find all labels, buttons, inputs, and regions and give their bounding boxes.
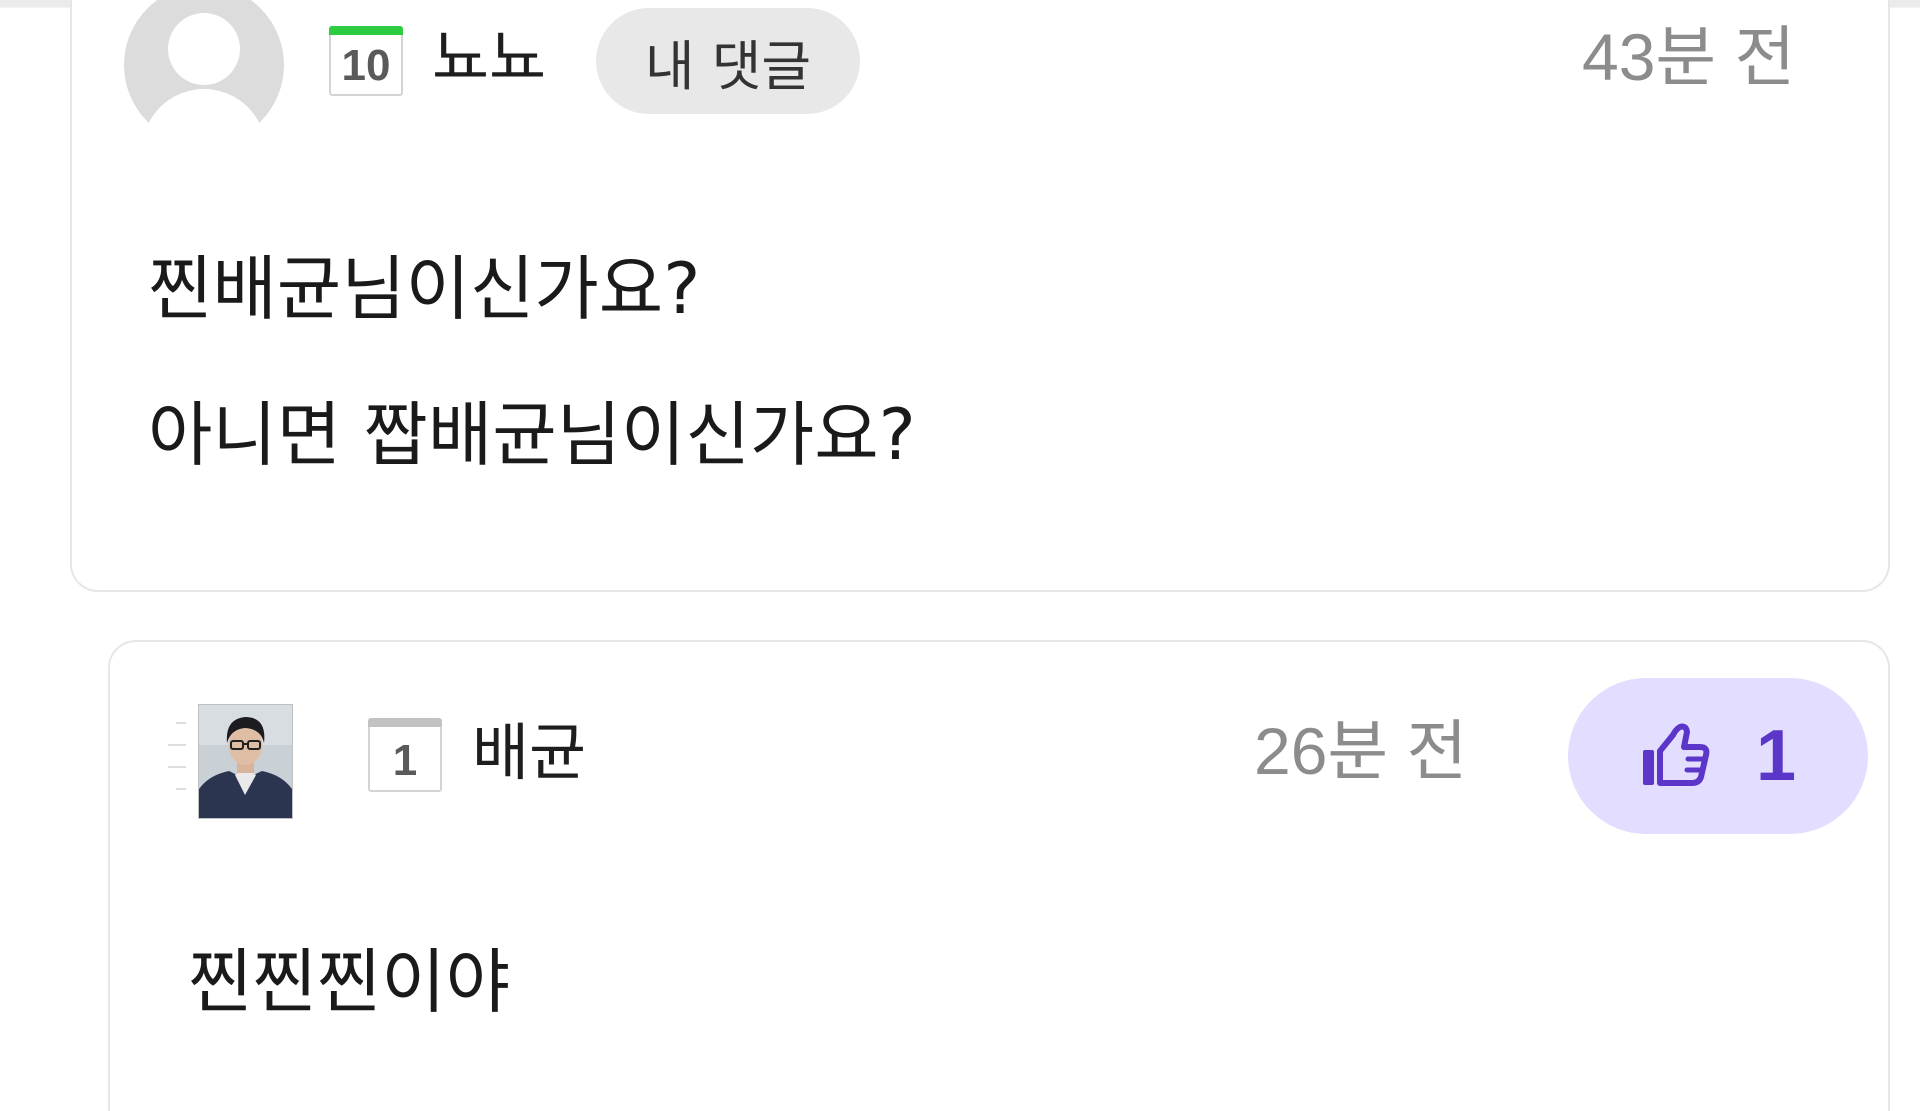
reply-indent-icon [160, 704, 186, 800]
level-number: 10 [341, 41, 391, 90]
thumbs-up-icon [1642, 723, 1710, 786]
level-badge: 1 [368, 718, 442, 792]
profile-photo-avatar[interactable] [198, 704, 293, 819]
default-user-avatar-icon[interactable] [124, 0, 284, 125]
comment-timestamp: 26분 전 [1254, 714, 1468, 788]
like-count: 1 [1755, 716, 1797, 796]
comment-text-line: 찐찐찐이야 [188, 941, 510, 1023]
comment-text-line: 아니면 짭배균님이신가요? [148, 394, 916, 476]
comment-thread: 10 뇨뇨 내 댓글 43분 전 찐배균님이신가요? 아니면 짭배균님이신가요? [0, 0, 1920, 1111]
level-badge: 10 [329, 26, 403, 96]
comment-text-line: 찐배균님이신가요? [148, 248, 701, 330]
comment-timestamp: 43분 전 [1582, 20, 1796, 94]
my-comment-badge: 내 댓글 [596, 8, 860, 114]
level-number: 1 [392, 736, 418, 785]
commenter-nickname[interactable]: 배균 [472, 722, 586, 784]
my-comment-label: 내 댓글 [644, 34, 812, 98]
commenter-nickname[interactable]: 뇨뇨 [432, 27, 546, 89]
like-button[interactable]: 1 [1568, 678, 1868, 834]
